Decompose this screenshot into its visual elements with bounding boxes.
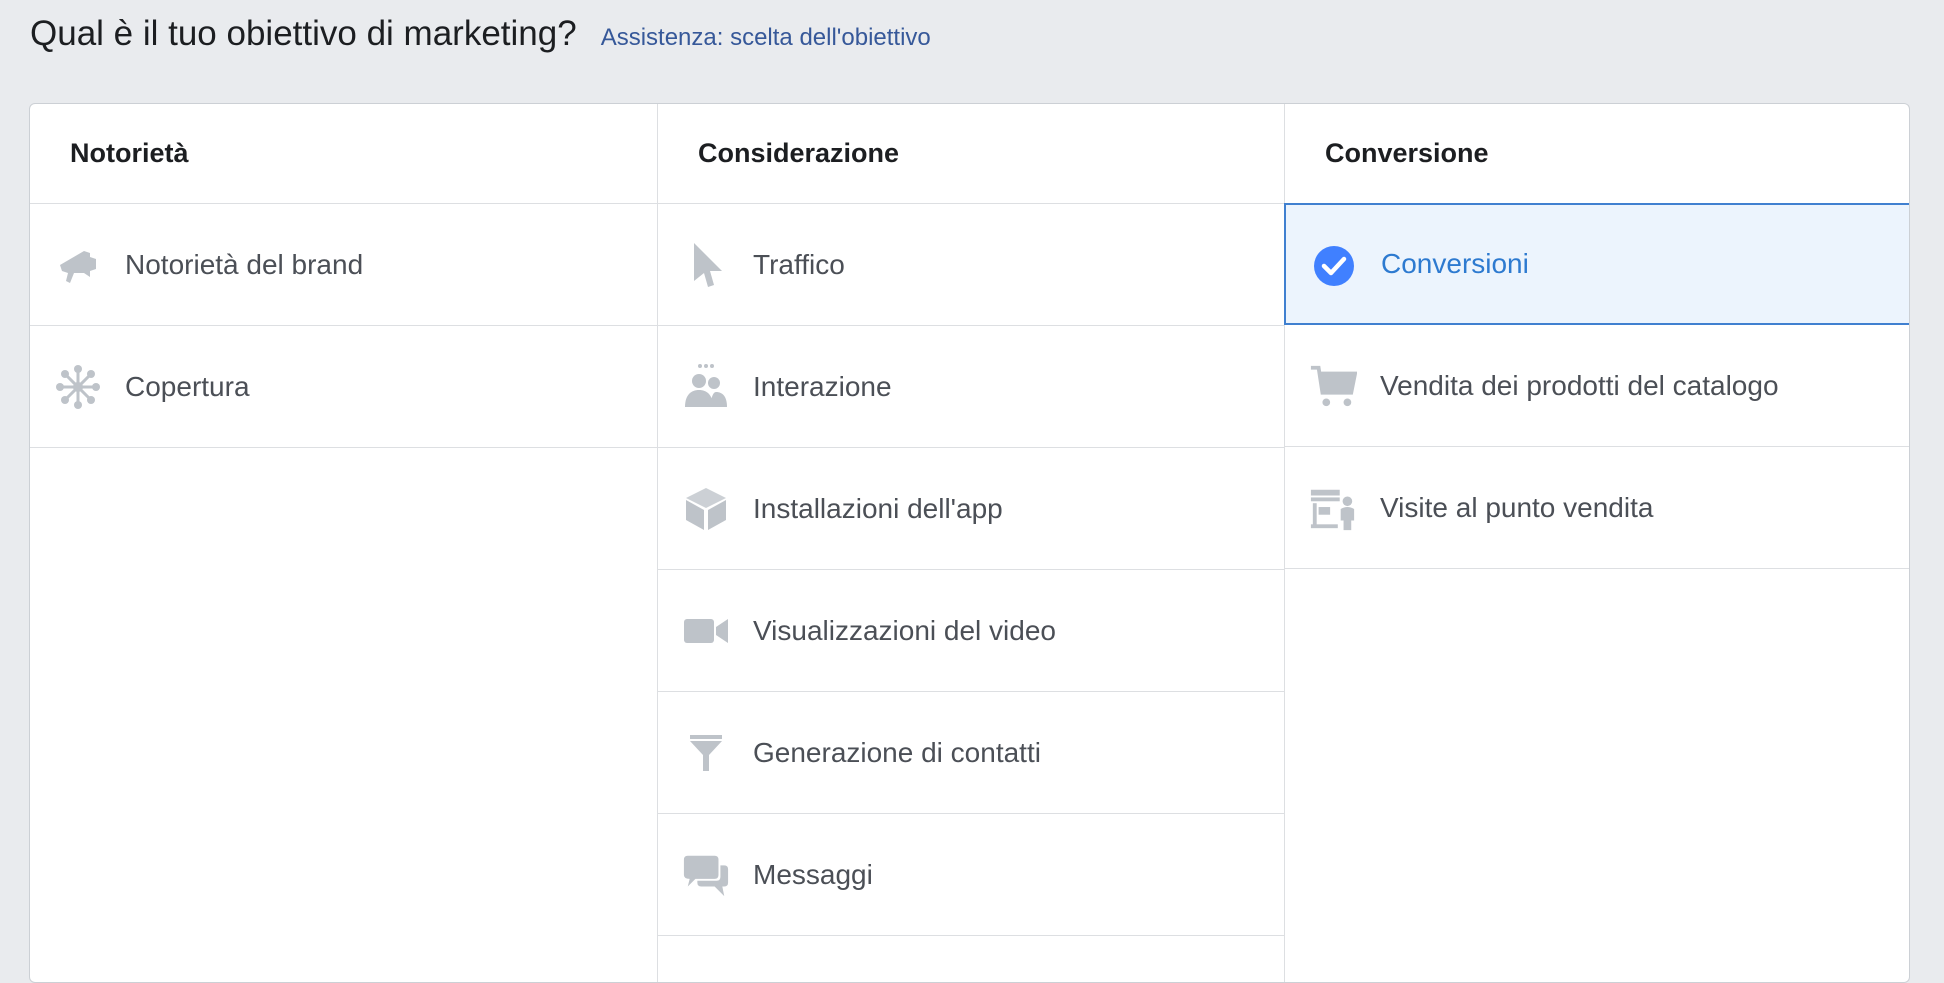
megaphone-icon bbox=[54, 241, 102, 289]
option-label: Visite al punto vendita bbox=[1380, 491, 1654, 523]
option-label: Installazioni dell'app bbox=[753, 492, 1003, 524]
box-icon bbox=[682, 485, 730, 533]
option-store-visits[interactable]: Visite al punto vendita bbox=[1285, 447, 1909, 569]
storefront-icon bbox=[1309, 484, 1357, 532]
option-conversions[interactable]: Conversioni bbox=[1284, 203, 1909, 325]
shopping-cart-icon bbox=[1309, 362, 1357, 410]
option-label: Notorietà del brand bbox=[125, 248, 364, 280]
option-label: Conversioni bbox=[1381, 248, 1529, 279]
option-label: Messaggi bbox=[753, 858, 873, 890]
column-conversion: Conversione Conversioni Vendita dei prod… bbox=[1284, 104, 1909, 982]
option-catalog-sales[interactable]: Vendita dei prodotti del catalogo bbox=[1285, 325, 1909, 447]
funnel-icon bbox=[682, 729, 730, 777]
option-label: Generazione di contatti bbox=[753, 736, 1041, 768]
column-awareness: Notorietà Notorietà del brand Copertura bbox=[30, 104, 657, 982]
column-title: Conversione bbox=[1285, 104, 1909, 204]
option-label: Visualizzazioni del video bbox=[753, 614, 1056, 646]
option-reach[interactable]: Copertura bbox=[30, 326, 657, 448]
page-title: Qual è il tuo obiettivo di marketing? bbox=[30, 14, 577, 53]
video-camera-icon bbox=[682, 607, 730, 655]
help-link[interactable]: Assistenza: scelta dell'obiettivo bbox=[601, 24, 931, 52]
option-traffic[interactable]: Traffico bbox=[658, 204, 1285, 326]
option-lead-generation[interactable]: Generazione di contatti bbox=[658, 692, 1285, 814]
chat-bubbles-icon bbox=[682, 851, 730, 899]
cursor-icon bbox=[682, 241, 730, 289]
option-label: Copertura bbox=[125, 370, 250, 402]
option-engagement[interactable]: Interazione bbox=[658, 326, 1285, 448]
check-circle-icon bbox=[1310, 242, 1358, 290]
option-label: Vendita dei prodotti del catalogo bbox=[1380, 369, 1779, 401]
people-icon bbox=[682, 363, 730, 411]
column-title: Considerazione bbox=[658, 104, 1285, 204]
option-label: Traffico bbox=[753, 248, 845, 280]
objective-panel: Notorietà Notorietà del brand Copertura … bbox=[29, 103, 1910, 983]
column-title: Notorietà bbox=[30, 104, 657, 204]
option-label: Interazione bbox=[753, 370, 892, 402]
network-icon bbox=[54, 363, 102, 411]
option-video-views[interactable]: Visualizzazioni del video bbox=[658, 570, 1285, 692]
option-messages[interactable]: Messaggi bbox=[658, 814, 1285, 936]
option-brand-awareness[interactable]: Notorietà del brand bbox=[30, 204, 657, 326]
page-header: Qual è il tuo obiettivo di marketing? As… bbox=[30, 14, 931, 54]
column-consideration: Considerazione Traffico Interazione Inst… bbox=[657, 104, 1285, 982]
option-app-installs[interactable]: Installazioni dell'app bbox=[658, 448, 1285, 570]
